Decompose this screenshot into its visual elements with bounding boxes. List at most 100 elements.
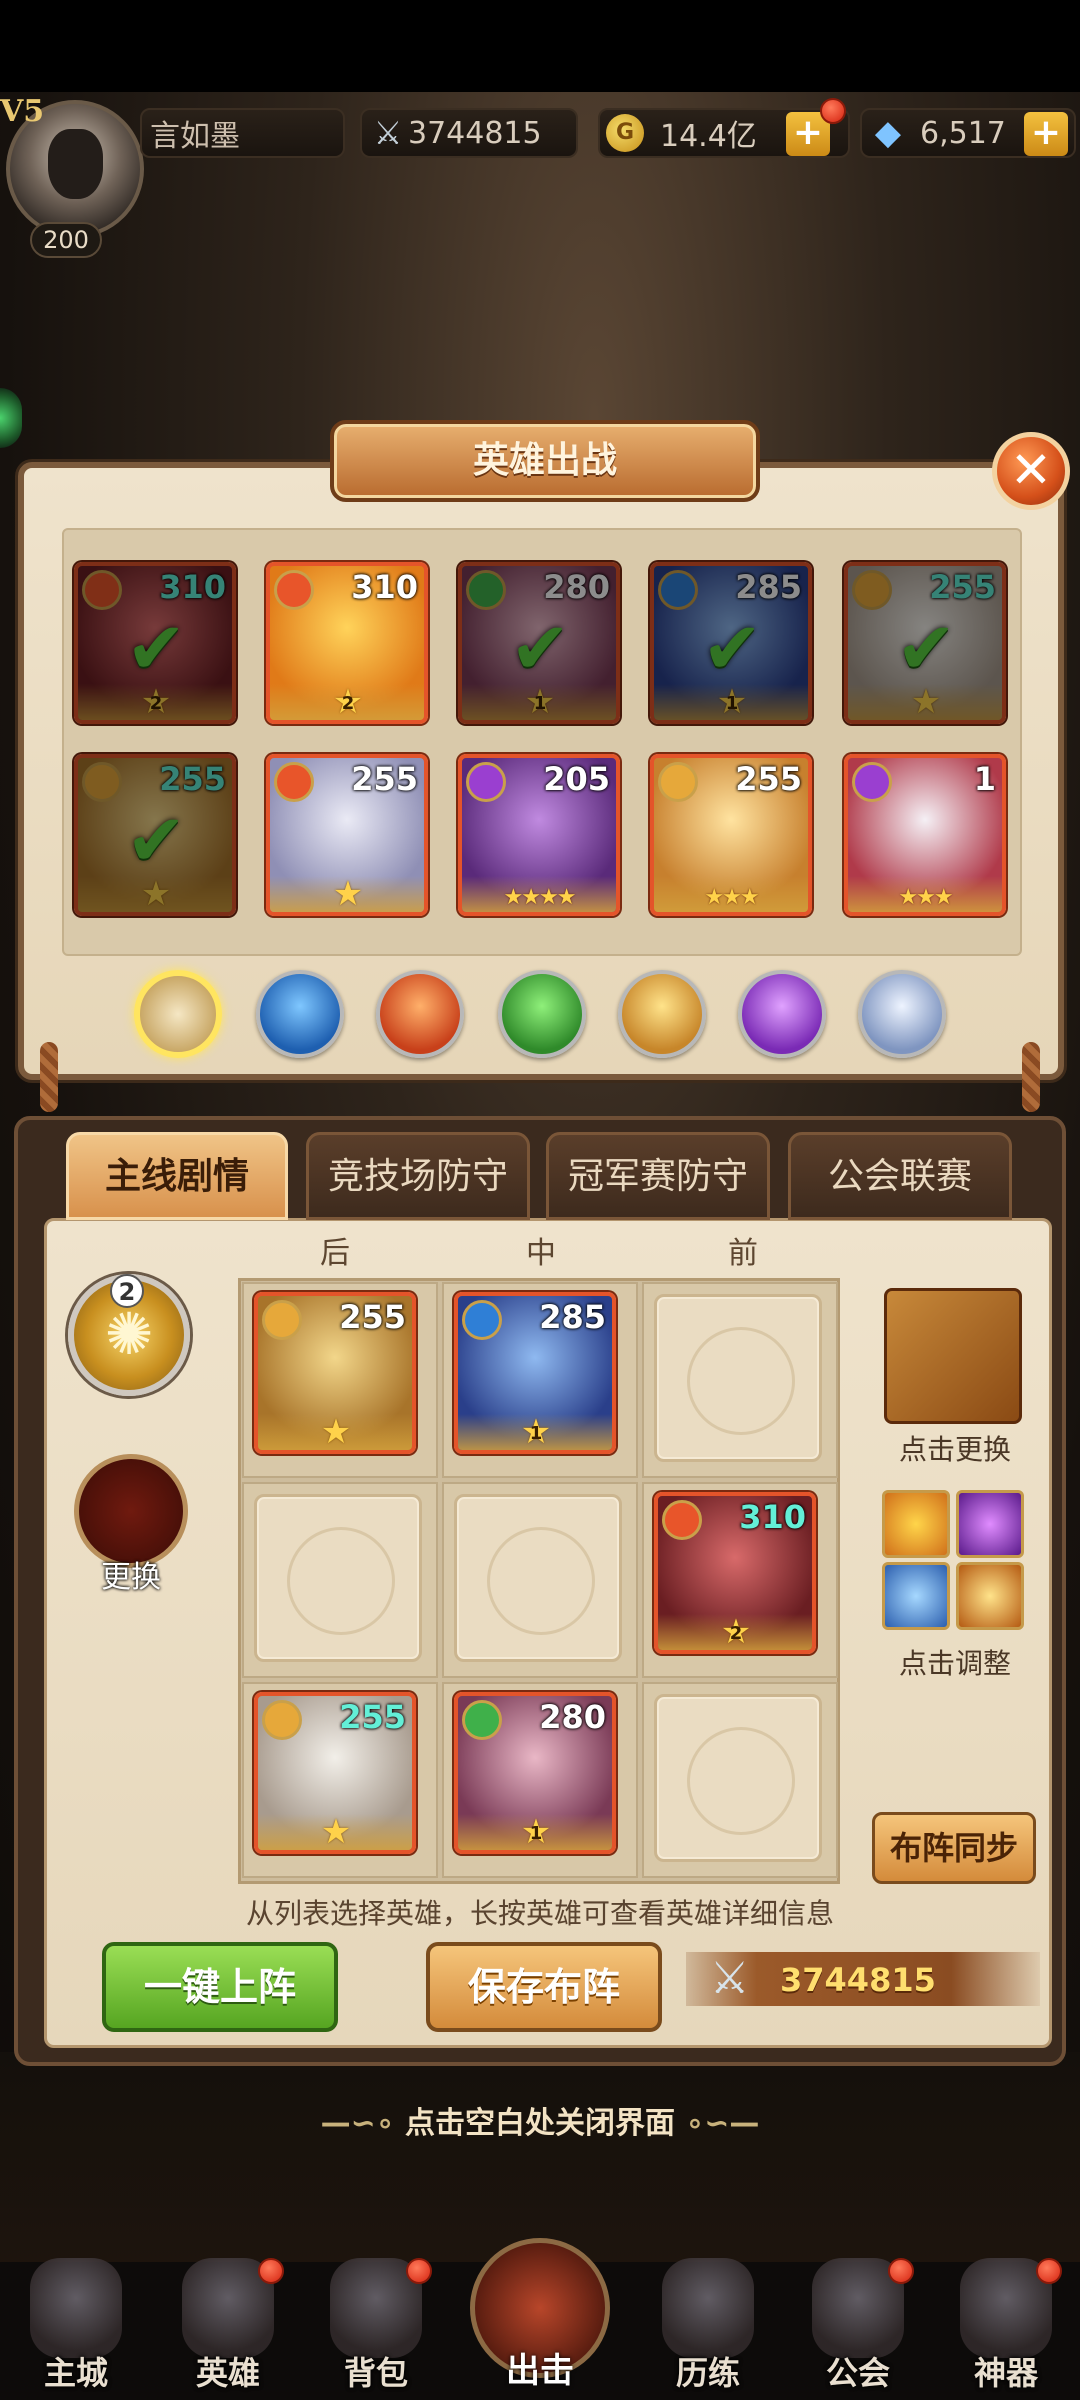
formation-hero-card[interactable]: 280 ★ 1 xyxy=(454,1692,616,1854)
wind-element-icon xyxy=(466,570,506,610)
empty-slot[interactable] xyxy=(654,1694,822,1862)
tab-arena-defense[interactable]: 竞技场防守 xyxy=(306,1132,530,1220)
skills-adjust-label[interactable]: 点击调整 xyxy=(860,1642,1050,1682)
tab-guild-league[interactable]: 公会联赛 xyxy=(788,1132,1012,1220)
gold-coin-icon: G xyxy=(606,114,644,152)
star-rank-number: 2 xyxy=(341,693,355,714)
nav-training[interactable]: 历练 xyxy=(638,2258,778,2400)
notification-dot xyxy=(406,2258,432,2284)
hero-card[interactable]: 255 ★★★ xyxy=(650,754,812,916)
diamond-icon: ◆ xyxy=(874,113,902,153)
close-hint[interactable]: —∽∘ 点击空白处关闭界面 ∘∽— xyxy=(0,2098,1080,2142)
tab-champion-defense[interactable]: 冠军赛防守 xyxy=(546,1132,770,1220)
formation-hero-card[interactable]: 255 ★ xyxy=(254,1692,416,1854)
water-element-icon xyxy=(658,570,698,610)
wind-element-icon xyxy=(462,1700,502,1740)
hero-level: 205 xyxy=(543,760,610,798)
sync-formation-button[interactable]: 布阵同步 xyxy=(872,1812,1036,1884)
artifact-hammer-icon[interactable] xyxy=(884,1288,1022,1424)
star-rank-icon: ★ 2 xyxy=(140,682,172,722)
filter-fire-icon[interactable] xyxy=(376,970,464,1058)
hint-text: 从列表选择英雄，长按英雄可查看英雄详细信息 xyxy=(245,1897,834,1930)
light-element-icon xyxy=(262,1300,302,1340)
deployed-checkmark-icon: ✔ xyxy=(126,606,187,690)
deployed-checkmark-icon: ✔ xyxy=(702,606,763,690)
star-rank-number: 1 xyxy=(529,1823,543,1844)
star-rank-number: 1 xyxy=(533,693,547,714)
nav-label: 出击 xyxy=(506,2351,574,2391)
add-gems-button[interactable]: + xyxy=(1024,112,1068,156)
nav-backpack[interactable]: 背包 xyxy=(306,2258,446,2400)
nav-label: 主城 xyxy=(43,2354,108,2392)
formation-hero-card[interactable]: 285 ★ 1 xyxy=(454,1292,616,1454)
save-formation-button[interactable]: 保存布阵 xyxy=(426,1942,662,2032)
star-rank-icon: ★ 1 xyxy=(524,682,556,722)
nav-guild[interactable]: 公会 xyxy=(788,2258,928,2400)
filter-wind-icon[interactable] xyxy=(498,970,586,1058)
star-rank-number: 2 xyxy=(149,693,163,714)
column-label-back: 后 xyxy=(320,1236,350,1271)
hero-level: 255 xyxy=(339,1298,406,1336)
hero-card[interactable]: 280 ★ 1 ✔ xyxy=(458,562,620,724)
hero-card[interactable]: 255 ★ xyxy=(266,754,428,916)
light-element-icon xyxy=(852,570,892,610)
formation-change-label[interactable]: 更换 xyxy=(74,1552,188,1596)
filter-void-icon[interactable] xyxy=(858,970,946,1058)
nav-battle[interactable]: 出击 xyxy=(466,2218,614,2400)
close-button[interactable]: ✕ xyxy=(992,432,1070,510)
close-hint-text: 点击空白处关闭界面 xyxy=(405,2106,675,2141)
training-icon xyxy=(662,2258,754,2358)
star-rank-icon: ★ 2 xyxy=(720,1612,752,1652)
formation-hero-card[interactable]: 255 ★ xyxy=(254,1292,416,1454)
player-level-badge: 200 xyxy=(30,222,102,258)
nav-heroes[interactable]: 英雄 xyxy=(158,2258,298,2400)
skill-lotus-icon[interactable] xyxy=(956,1490,1024,1558)
fire-element-icon xyxy=(82,570,122,610)
skill-shield-icon[interactable] xyxy=(882,1562,950,1630)
hero-card[interactable]: 285 ★ 1 ✔ xyxy=(650,562,812,724)
fire-element-icon xyxy=(274,570,314,610)
filter-water-icon[interactable] xyxy=(256,970,344,1058)
dark-element-icon xyxy=(852,762,892,802)
tab-main-story[interactable]: 主线剧情 xyxy=(66,1132,288,1220)
hero-card[interactable]: 205 ★★★★ xyxy=(458,754,620,916)
hero-level: 255 xyxy=(159,760,226,798)
rope-decoration xyxy=(40,1042,58,1112)
hero-card[interactable]: 255 ★ ✔ xyxy=(844,562,1006,724)
light-element-icon xyxy=(658,762,698,802)
hero-level: 280 xyxy=(543,568,610,606)
empty-slot[interactable] xyxy=(254,1494,422,1662)
hero-card[interactable]: 310 ★ 2 xyxy=(266,562,428,724)
filter-all-icon[interactable] xyxy=(134,970,222,1058)
skill-sword-icon[interactable] xyxy=(956,1562,1024,1630)
filter-dark-icon[interactable] xyxy=(738,970,826,1058)
formation-change-icon[interactable] xyxy=(74,1454,188,1568)
notification-dot xyxy=(820,98,846,124)
star-rank-number: 1 xyxy=(725,693,739,714)
player-name-box: 言如墨 xyxy=(140,108,345,158)
auto-deploy-button[interactable]: 一键上阵 xyxy=(102,1942,338,2032)
empty-slot[interactable] xyxy=(654,1294,822,1462)
castle-icon xyxy=(30,2258,122,2358)
hero-card[interactable]: 310 ★ 2 ✔ xyxy=(74,562,236,724)
empty-slot[interactable] xyxy=(454,1494,622,1662)
hero-card[interactable]: 1 ★★★ xyxy=(844,754,1006,916)
star-rank-icon: ★ 2 xyxy=(332,682,364,722)
light-element-icon xyxy=(262,1700,302,1740)
combat-power-value: 3744815 xyxy=(408,115,542,151)
nav-main-city[interactable]: 主城 xyxy=(6,2258,146,2400)
formation-hero-card[interactable]: 310 ★ 2 xyxy=(654,1492,816,1654)
artifact-change-label[interactable]: 点击更换 xyxy=(860,1428,1050,1468)
nav-artifact[interactable]: 神器 xyxy=(936,2258,1076,2400)
filter-light-icon[interactable] xyxy=(618,970,706,1058)
dark-element-icon xyxy=(466,762,506,802)
hero-level: 310 xyxy=(159,568,226,606)
hero-card[interactable]: 255 ★ ✔ xyxy=(74,754,236,916)
status-bar xyxy=(0,0,1080,92)
deployed-checkmark-icon: ✔ xyxy=(126,798,187,882)
hero-level: 280 xyxy=(539,1698,606,1736)
fire-element-icon xyxy=(662,1500,702,1540)
skill-sun-icon[interactable] xyxy=(882,1490,950,1558)
crossed-swords-icon: ⚔ xyxy=(373,114,403,152)
notification-dot xyxy=(258,2258,284,2284)
